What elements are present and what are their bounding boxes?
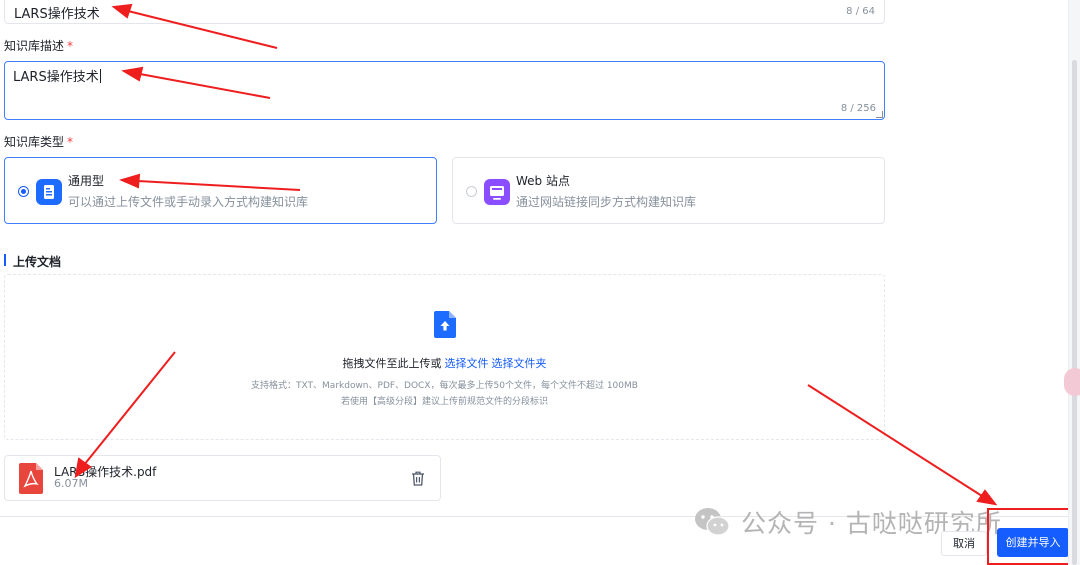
floating-assistant-icon[interactable] <box>1064 368 1080 396</box>
document-icon <box>36 179 62 205</box>
description-value: LARS操作技术 <box>13 66 101 85</box>
annotation-arrowhead <box>976 489 998 506</box>
file-size: 6.07M <box>54 477 88 490</box>
type-option-desc: 可以通过上传文件或手动录入方式构建知识库 <box>68 195 309 209</box>
uploaded-file-item: LARS操作技术.pdf 6.07M <box>4 455 441 501</box>
type-label-text: 知识库类型 <box>4 135 65 149</box>
drop-instructions: 拖拽文件至此上传或 选择文件 选择文件夹 <box>5 355 884 371</box>
type-option-title: 通用型 <box>68 174 105 188</box>
description-label: 知识库描述 * <box>4 37 73 54</box>
description-text: LARS操作技术 <box>13 70 99 85</box>
kb-name-value: LARS操作技术 <box>14 7 100 22</box>
required-mark: * <box>67 39 74 53</box>
annotation-highlight-box <box>987 508 1073 565</box>
resize-handle[interactable] <box>876 111 883 118</box>
scrollbar-thumb[interactable] <box>1072 60 1077 565</box>
kb-name-input[interactable]: LARS操作技术 8 / 64 <box>4 0 885 24</box>
kb-name-counter: 8 / 64 <box>846 6 875 17</box>
drop-text: 拖拽文件至此上传或 <box>342 357 442 370</box>
type-option-title: Web 站点 <box>516 174 570 188</box>
radio-selected[interactable] <box>18 186 29 197</box>
monitor-icon <box>484 179 510 205</box>
wechat-logo-icon <box>693 506 731 538</box>
description-label-text: 知识库描述 <box>4 39 65 53</box>
upload-file-icon <box>434 311 456 338</box>
format-hint: 支持格式：TXT、Markdown、PDF、DOCX，每次最多上传50个文件，每… <box>251 381 638 391</box>
vertical-scrollbar[interactable] <box>1068 0 1080 565</box>
select-folder-link[interactable]: 选择文件夹 <box>492 357 547 370</box>
segment-hint: 若使用【高级分段】建议上传前规范文件的分段标识 <box>340 397 548 407</box>
type-option-desc: 通过网站链接同步方式构建知识库 <box>516 195 697 209</box>
upload-dropzone[interactable]: 拖拽文件至此上传或 选择文件 选择文件夹 支持格式：TXT、Markdown、PDF… <box>4 274 885 440</box>
description-counter: 8 / 256 <box>840 103 876 114</box>
cancel-button[interactable]: 取消 <box>941 531 987 556</box>
pdf-file-icon <box>19 463 43 494</box>
select-file-link[interactable]: 选择文件 <box>445 357 489 370</box>
radio-unselected[interactable] <box>466 186 477 197</box>
type-label: 知识库类型 * <box>4 133 73 150</box>
text-caret <box>99 69 101 83</box>
required-mark: * <box>67 135 74 149</box>
description-textarea[interactable]: LARS操作技术 8 / 256 <box>4 61 885 120</box>
type-option-web[interactable]: Web 站点 通过网站链接同步方式构建知识库 <box>452 157 885 224</box>
upload-section-title: 上传文档 <box>4 253 61 270</box>
type-option-general[interactable]: 通用型 可以通过上传文件或手动录入方式构建知识库 <box>4 157 437 224</box>
delete-trash-icon[interactable] <box>411 471 425 486</box>
